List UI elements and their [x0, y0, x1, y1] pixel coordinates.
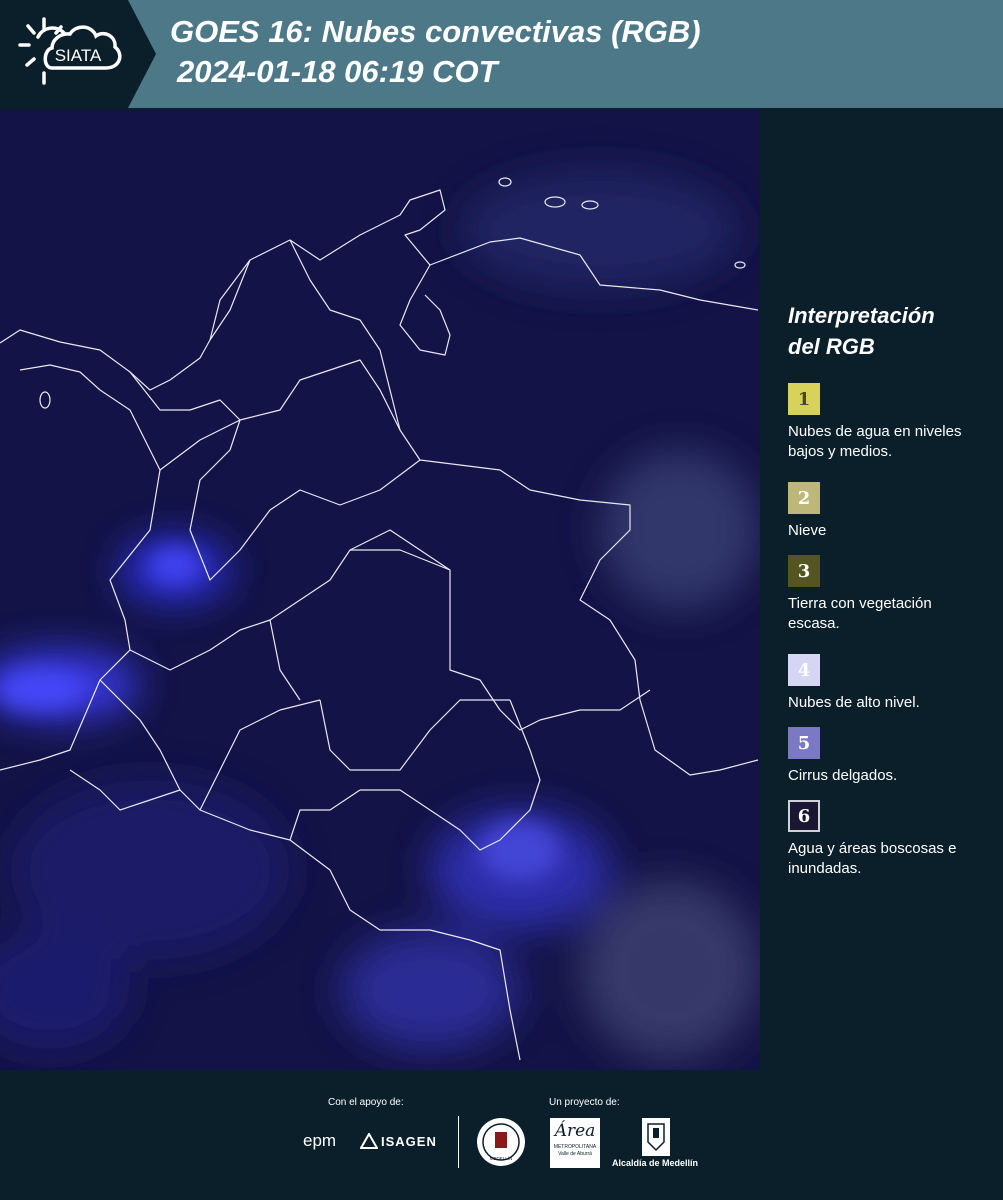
support-label: Con el apoyo de:: [328, 1097, 404, 1108]
legend-swatch: 3: [788, 555, 820, 587]
legend-item: 1 Nubes de agua en niveles bajos y medio…: [788, 383, 988, 462]
isagen-icon: [360, 1133, 378, 1149]
legend-item: 6 Agua y áreas boscosas e inundadas.: [788, 800, 988, 879]
legend-item: 4 Nubes de alto nivel.: [788, 654, 988, 713]
alcaldia-crest-icon: [642, 1118, 670, 1156]
isagen-logo: ISAGEN: [360, 1133, 437, 1149]
epm-logo: epm: [303, 1131, 337, 1150]
legend-item: 2 Nieve: [788, 482, 988, 541]
siata-logo-text: SIATA: [55, 46, 102, 65]
medellin-seal-icon: MEDELLÍN: [477, 1118, 525, 1166]
svg-text:MEDELLÍN: MEDELLÍN: [490, 1155, 513, 1161]
area-metropolitana-logo: Área METROPOLITANA Valle de Aburrá: [550, 1118, 600, 1168]
legend-title: Interpretación del RGB: [788, 303, 935, 359]
legend-label: Nubes de alto nivel.: [788, 694, 920, 711]
header-bar: SIATA GOES 16: Nubes convectivas (RGB) 2…: [0, 0, 1003, 108]
legend-panel: Interpretación del RGB 1 Nubes de agua e…: [788, 300, 988, 879]
legend-label: Agua y áreas boscosas e inundadas.: [788, 840, 957, 877]
page-timestamp: 2024-01-18 06:19 COT: [177, 54, 498, 89]
legend-item: 5 Cirrus delgados.: [788, 727, 988, 786]
footer-divider: [458, 1116, 459, 1168]
legend-swatch: 2: [788, 482, 820, 514]
page-title: GOES 16: Nubes convectivas (RGB): [170, 14, 701, 49]
siata-logo: SIATA: [0, 0, 156, 108]
legend-swatch: 5: [788, 727, 820, 759]
legend-label: Cirrus delgados.: [788, 767, 898, 784]
legend-item: 3 Tierra con vegetación escasa.: [788, 555, 988, 634]
legend-swatch: 1: [788, 383, 820, 415]
satellite-map: [0, 110, 760, 1070]
legend-swatch: 6: [788, 800, 820, 832]
legend-label: Nubes de agua en niveles bajos y medios.: [788, 423, 962, 460]
legend-label: Tierra con vegetación escasa.: [788, 595, 932, 632]
project-label: Un proyecto de:: [549, 1097, 620, 1108]
legend-swatch: 4: [788, 654, 820, 686]
legend-label: Nieve: [788, 522, 827, 539]
alcaldia-label: Alcaldía de Medellín: [612, 1158, 699, 1168]
footer: Con el apoyo de: Un proyecto de: epm ISA…: [0, 1070, 1003, 1200]
